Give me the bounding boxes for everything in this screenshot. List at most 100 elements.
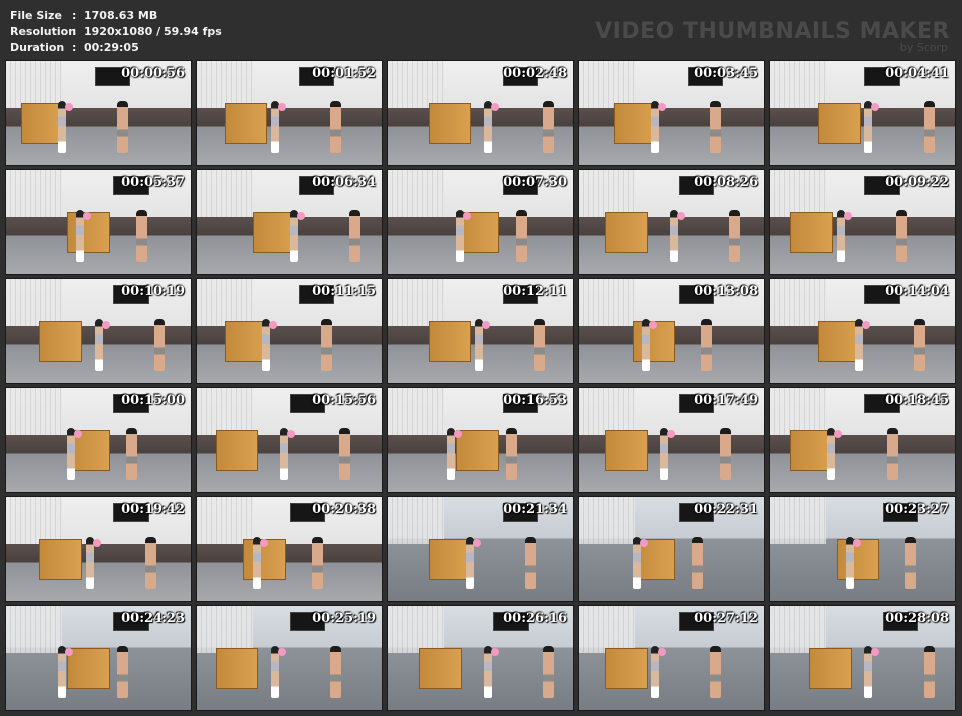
video-thumbnail[interactable]: 00:08:26 — [578, 169, 765, 275]
scene-window-blinds — [579, 61, 635, 108]
scene-window-blinds — [770, 497, 826, 544]
video-thumbnail[interactable]: 00:27:12 — [578, 605, 765, 711]
scene-desk — [428, 102, 472, 145]
video-thumbnail[interactable]: 00:11:15 — [196, 278, 383, 384]
thumbnail-timestamp: 00:02:48 — [503, 66, 567, 81]
scene-boxing-glove — [843, 211, 852, 220]
thumbnail-timestamp: 00:00:56 — [121, 66, 185, 81]
scene-boxing-glove — [92, 538, 101, 547]
scene-boxing-glove — [278, 102, 286, 111]
video-thumbnail[interactable]: 00:01:52 — [196, 60, 383, 166]
scene-boxing-glove — [871, 102, 880, 111]
scene-person-male — [923, 645, 935, 698]
scene-window-blinds — [197, 388, 253, 435]
thumbnail-timestamp: 00:26:16 — [503, 611, 567, 626]
video-thumbnail[interactable]: 00:26:16 — [387, 605, 574, 711]
scene-boxing-glove — [64, 647, 73, 656]
resolution-value: 1920x1080 / 59.94 fps — [84, 25, 222, 38]
thumbnail-timestamp: 00:22:31 — [694, 502, 758, 517]
scene-boxing-glove — [481, 320, 490, 329]
duration-row: Duration : 00:29:05 — [10, 40, 222, 56]
scene-desk — [604, 647, 648, 690]
thumbnail-timestamp: 00:27:12 — [694, 611, 758, 626]
thumbnail-timestamp: 00:18:45 — [885, 393, 949, 408]
video-thumbnail[interactable]: 00:16:53 — [387, 387, 574, 493]
scene-boxing-glove — [491, 647, 500, 656]
video-thumbnail[interactable]: 00:09:22 — [769, 169, 956, 275]
video-thumbnail[interactable]: 00:12:11 — [387, 278, 574, 384]
scene-boxing-glove — [101, 320, 110, 329]
resolution-sep: : — [72, 25, 77, 38]
scene-boxing-glove — [852, 538, 861, 547]
video-thumbnail[interactable]: 00:10:19 — [5, 278, 192, 384]
video-thumbnail[interactable]: 00:05:37 — [5, 169, 192, 275]
scene-person-male — [515, 209, 527, 262]
scene-window-blinds — [6, 170, 62, 217]
video-thumbnail[interactable]: 00:03:45 — [578, 60, 765, 166]
scene-boxing-glove — [64, 102, 73, 111]
thumbnail-timestamp: 00:06:34 — [312, 175, 376, 190]
thumbnail-timestamp: 00:28:08 — [885, 611, 949, 626]
scene-boxing-glove — [83, 211, 92, 220]
video-thumbnail[interactable]: 00:22:31 — [578, 496, 765, 602]
scene-boxing-glove — [268, 320, 277, 329]
scene-boxing-glove — [296, 211, 305, 220]
video-thumbnail[interactable]: 00:25:19 — [196, 605, 383, 711]
scene-person-male — [135, 209, 147, 262]
scene-window-blinds — [197, 61, 253, 108]
watermark-title: VIDEO THUMBNAILS MAKER — [595, 19, 950, 44]
video-thumbnail[interactable]: 00:15:56 — [196, 387, 383, 493]
scene-window-blinds — [579, 606, 635, 653]
scene-desk — [419, 647, 463, 690]
scene-desk — [428, 538, 472, 581]
scene-person-male — [543, 100, 555, 153]
scene-window-blinds — [6, 388, 62, 435]
video-thumbnail[interactable]: 00:19:42 — [5, 496, 192, 602]
scene-person-male — [330, 100, 342, 153]
video-thumbnail[interactable]: 00:23:27 — [769, 496, 956, 602]
video-thumbnail[interactable]: 00:24:23 — [5, 605, 192, 711]
scene-window-blinds — [579, 497, 635, 544]
scene-boxing-glove — [676, 211, 685, 220]
scene-window-blinds — [388, 279, 444, 326]
thumbnail-timestamp: 00:24:23 — [121, 611, 185, 626]
video-thumbnail[interactable]: 00:20:38 — [196, 496, 383, 602]
scene-window-blinds — [579, 279, 635, 326]
scene-window-blinds — [197, 170, 253, 217]
video-thumbnail[interactable]: 00:06:34 — [196, 169, 383, 275]
scene-window-blinds — [6, 61, 62, 108]
scene-desk — [790, 211, 834, 254]
scene-boxing-glove — [491, 102, 500, 111]
scene-desk — [39, 320, 82, 363]
scene-person-male — [710, 100, 722, 153]
scene-person-male — [543, 645, 555, 698]
thumbnail-timestamp: 00:25:19 — [312, 611, 376, 626]
video-thumbnail[interactable]: 00:00:56 — [5, 60, 192, 166]
thumbnail-timestamp: 00:03:45 — [694, 66, 758, 81]
video-thumbnail[interactable]: 00:14:04 — [769, 278, 956, 384]
video-thumbnail[interactable]: 00:13:08 — [578, 278, 765, 384]
scene-desk — [808, 647, 852, 690]
video-thumbnail[interactable]: 00:15:00 — [5, 387, 192, 493]
scene-desk — [456, 429, 500, 472]
video-thumbnail[interactable]: 00:28:08 — [769, 605, 956, 711]
scene-person-male — [117, 100, 128, 153]
thumbnail-timestamp: 00:23:27 — [885, 502, 949, 517]
scene-boxing-glove — [648, 320, 657, 329]
video-thumbnail[interactable]: 00:18:45 — [769, 387, 956, 493]
duration-value: 00:29:05 — [84, 41, 139, 54]
thumbnail-timestamp: 00:05:37 — [121, 175, 185, 190]
video-thumbnail[interactable]: 00:07:30 — [387, 169, 574, 275]
thumbnail-timestamp: 00:12:11 — [503, 284, 567, 299]
video-thumbnail[interactable]: 00:21:34 — [387, 496, 574, 602]
scene-desk — [818, 102, 861, 145]
scene-boxing-glove — [639, 538, 648, 547]
scene-desk — [604, 211, 648, 254]
video-thumbnail[interactable]: 00:02:48 — [387, 60, 574, 166]
scene-boxing-glove — [259, 538, 268, 547]
scene-boxing-glove — [658, 647, 667, 656]
scene-window-blinds — [197, 606, 253, 653]
video-thumbnail[interactable]: 00:04:41 — [769, 60, 956, 166]
video-thumbnail[interactable]: 00:17:49 — [578, 387, 765, 493]
scene-desk — [215, 429, 259, 472]
